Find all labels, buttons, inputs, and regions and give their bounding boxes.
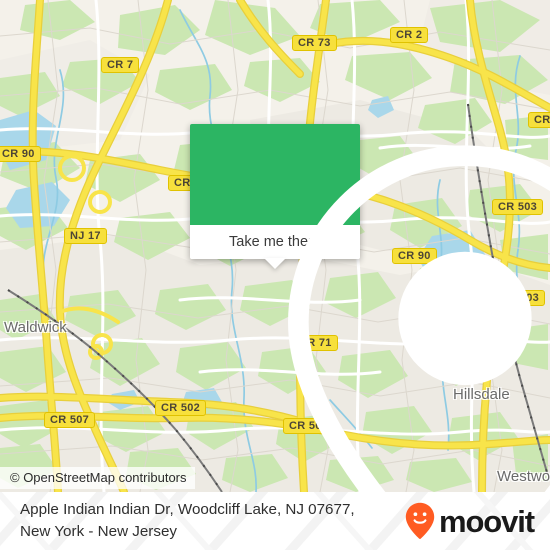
popup-header <box>190 124 550 492</box>
popup-tail-pointer <box>264 258 286 269</box>
place-label-waldwick: Waldwick <box>4 319 67 336</box>
caption-line-1: Apple Indian Indian Dr, Woodcliff Lake, … <box>20 501 355 518</box>
moovit-wordmark: moovit <box>438 503 535 539</box>
route-shield: CR 507 <box>44 412 96 428</box>
route-shield: CR 7 <box>101 57 140 73</box>
location-popup-card[interactable]: Take me there <box>190 124 550 492</box>
footer-bar: Apple Indian Indian Dr, Woodcliff Lake, … <box>0 492 550 550</box>
route-shield: CR 73 <box>292 35 337 51</box>
map-screenshot: .urban { fill:#edeae3; } .park { fill:#c… <box>0 0 550 550</box>
location-caption: Apple Indian Indian Dr, Woodcliff Lake, … <box>20 499 390 543</box>
route-shield: NJ 17 <box>64 228 107 244</box>
route-shield: CR 2 <box>390 27 429 43</box>
route-shield: CR 90 <box>0 146 41 162</box>
map-pin-icon <box>288 145 550 492</box>
moovit-logo[interactable]: moovit <box>405 502 535 540</box>
moovit-smiley-pin-icon <box>405 502 435 540</box>
map-canvas[interactable]: .urban { fill:#edeae3; } .park { fill:#c… <box>0 0 550 492</box>
caption-line-2: New York - New Jersey <box>20 523 177 540</box>
